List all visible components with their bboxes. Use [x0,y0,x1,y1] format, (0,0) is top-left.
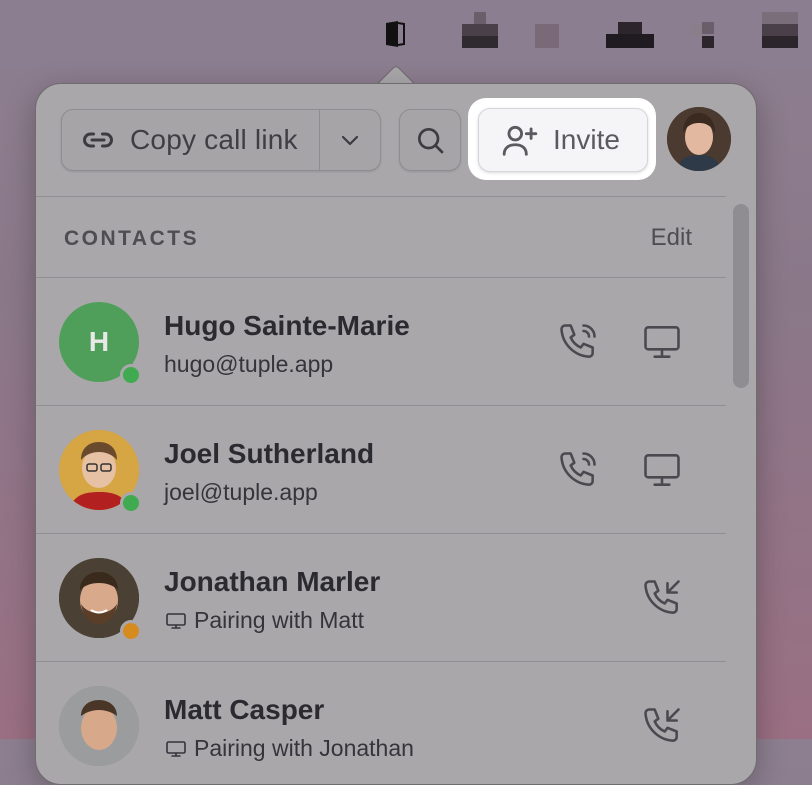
contact-name: Joel Sutherland [164,438,375,469]
contact-subtitle: hugo@tuple.app [164,351,334,377]
menu-extra-icon[interactable] [606,22,654,48]
menu-extra-icon[interactable] [462,12,498,48]
incoming-call-icon[interactable] [640,576,684,620]
phone-call-icon[interactable] [556,320,600,364]
invite-button[interactable]: Invite [478,108,648,172]
monitor-icon [166,740,186,757]
status-online-indicator [120,364,142,386]
contact-row[interactable]: Joel Sutherland joel@tuple.app [36,406,726,534]
copy-call-link-button[interactable]: Copy call link [61,109,381,171]
phone-call-icon[interactable] [556,448,600,492]
contact-email: hugo@tuple.app [164,351,333,378]
contact-subtitle: joel@tuple.app [164,479,318,505]
contacts-header: CONTACTS Edit [36,197,726,278]
invite-label: Invite [553,124,620,155]
contact-name: Jonathan Marler [164,566,381,597]
add-user-icon [502,125,538,156]
contact-subtitle: Pairing with Jonathan [194,735,414,761]
tuple-menu-icon[interactable] [384,20,406,48]
avatar [59,686,139,766]
contact-subtitle: Pairing with Matt [194,607,365,633]
chevron-down-icon [341,135,359,146]
user-photo-icon [59,686,139,766]
contact-row[interactable]: Matt Casper Pairing with Jonathan [36,662,726,784]
status-busy-indicator [120,620,142,642]
search-button[interactable] [399,109,461,171]
copy-call-link-label: Copy call link [130,124,298,155]
contact-row[interactable]: Jonathan Marler Pairing with Matt [36,534,726,662]
contact-status: Pairing with Jonathan [164,735,414,762]
incoming-call-icon[interactable] [640,704,684,748]
search-icon [418,127,444,154]
tuple-popover: Copy call link Invite CONTACTS Edit H Hu… [35,83,757,785]
current-user-avatar[interactable] [667,107,731,171]
contacts-scrollbar[interactable] [733,204,749,388]
contact-email: joel@tuple.app [164,479,318,506]
edit-contacts-button[interactable]: Edit [651,224,692,252]
user-photo-icon [667,107,731,171]
toolbar: Copy call link Invite [36,84,756,196]
monitor-icon[interactable] [640,448,684,492]
contact-status: Pairing with Matt [164,607,364,634]
contact-name: Matt Casper [164,694,325,725]
contacts-list: CONTACTS Edit H Hugo Sainte-Marie hugo@t… [36,196,726,784]
menu-extra-icon[interactable] [535,24,559,48]
link-icon [83,132,113,148]
contacts-title: CONTACTS [64,227,200,250]
copy-link-dropdown-button[interactable] [320,110,380,170]
avatar-initial: H [88,326,110,357]
monitor-icon[interactable] [640,320,684,364]
status-online-indicator [120,492,142,514]
menu-extra-icon[interactable] [762,12,798,48]
contact-row[interactable]: H Hugo Sainte-Marie hugo@tuple.app [36,278,726,406]
contact-name: Hugo Sainte-Marie [164,310,410,341]
monitor-icon [166,612,186,629]
menu-extra-icon[interactable] [690,12,726,48]
